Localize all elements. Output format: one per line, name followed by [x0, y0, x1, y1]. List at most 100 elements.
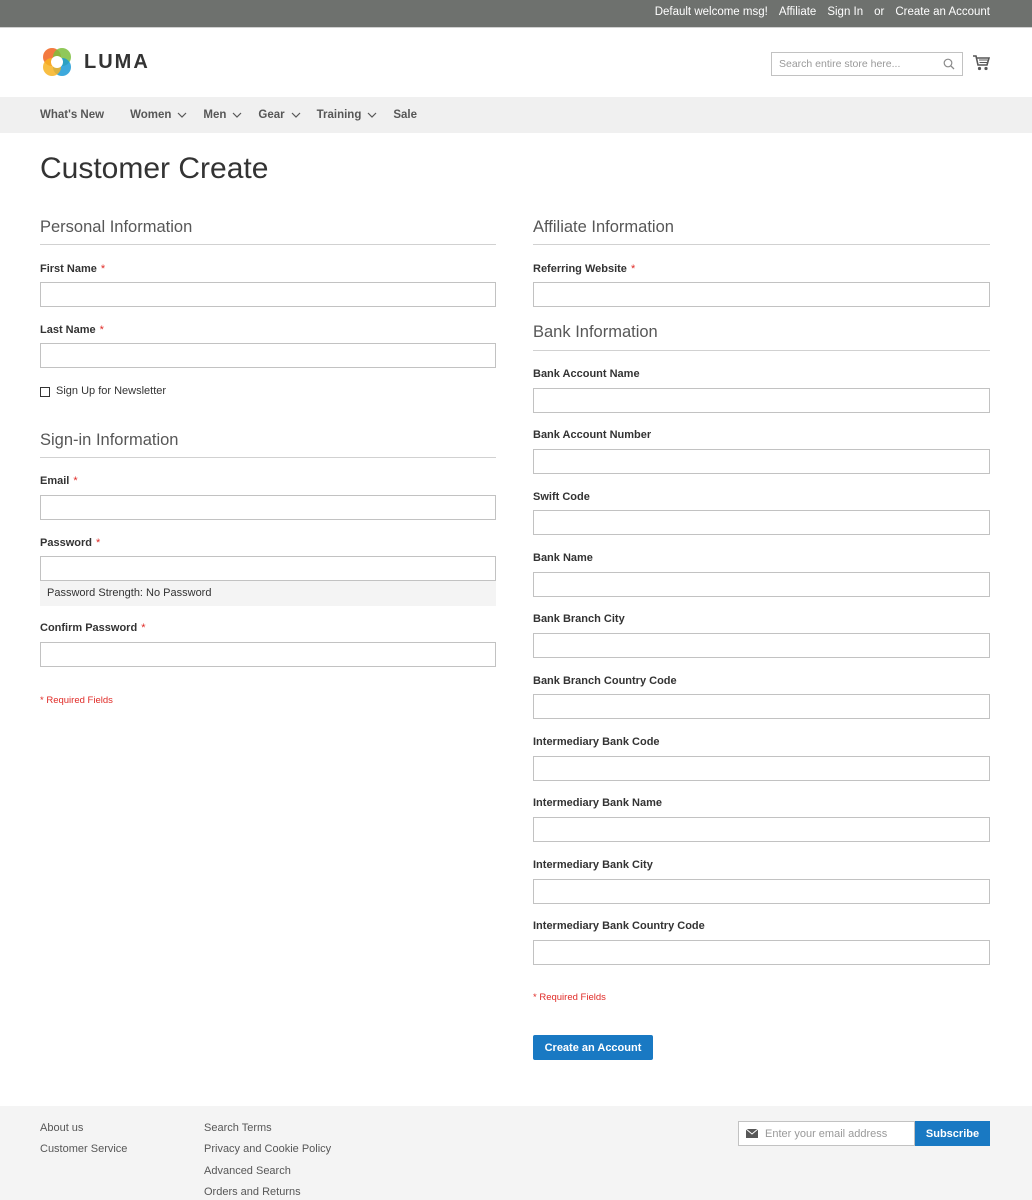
affiliate-link[interactable]: Affiliate — [779, 6, 817, 18]
create-account-button[interactable]: Create an Account — [533, 1035, 653, 1060]
intermediary-bank-city-input[interactable] — [533, 879, 990, 904]
chevron-down-icon — [232, 112, 242, 118]
footer: About us Customer Service Search Terms P… — [0, 1106, 1032, 1200]
footer-link-advanced-search[interactable]: Advanced Search — [204, 1165, 291, 1177]
top-bar: Default welcome msg! Affiliate Sign In o… — [0, 0, 1032, 28]
intermediary-bank-name-input[interactable] — [533, 817, 990, 842]
personal-info-legend: Personal Information — [40, 218, 193, 236]
chevron-down-icon — [291, 112, 301, 118]
required-mark: * — [630, 263, 636, 275]
subscribe-button[interactable]: Subscribe — [915, 1121, 990, 1146]
bank-account-name-label: Bank Account Name — [533, 368, 640, 380]
nav-item-men[interactable]: Men — [203, 109, 242, 121]
or-separator: or — [874, 6, 885, 18]
intermediary-bank-country-code-label: Intermediary Bank Country Code — [533, 920, 705, 932]
label-text: Referring Website — [533, 263, 627, 275]
divider — [40, 457, 496, 458]
intermediary-bank-country-code-input[interactable] — [533, 940, 990, 965]
newsletter-checkbox[interactable] — [40, 387, 50, 397]
search-box — [771, 52, 963, 76]
intermediary-bank-code-label: Intermediary Bank Code — [533, 736, 660, 748]
required-mark: * — [73, 475, 78, 487]
nav-item-label: Men — [203, 109, 227, 121]
main-nav: What's New Women Men Gear Training Sale — [0, 97, 1032, 133]
logo-text: LUMA — [84, 50, 150, 73]
search-input[interactable] — [772, 53, 932, 75]
header: LUMA — [0, 29, 1032, 97]
page-title: Customer Create — [40, 152, 269, 185]
label-text: Password — [40, 537, 92, 549]
divider — [533, 350, 990, 351]
nav-item-label: Women — [130, 109, 172, 121]
search-icon[interactable] — [943, 58, 955, 70]
nav-item-label: Sale — [393, 109, 418, 121]
intermediary-bank-name-label: Intermediary Bank Name — [533, 797, 662, 809]
top-links: Default welcome msg! Affiliate Sign In o… — [655, 6, 990, 18]
bank-name-label: Bank Name — [533, 552, 593, 564]
intermediary-bank-code-input[interactable] — [533, 756, 990, 781]
last-name-input[interactable] — [40, 343, 496, 368]
footer-link-privacy[interactable]: Privacy and Cookie Policy — [204, 1143, 331, 1155]
password-label: Password * — [40, 537, 100, 549]
email-label: Email * — [40, 475, 78, 487]
referring-website-label: Referring Website * — [533, 263, 635, 275]
nav-item-training[interactable]: Training — [317, 109, 378, 121]
label-text: Email — [40, 475, 70, 487]
newsletter-email-input[interactable] — [765, 1122, 913, 1145]
confirm-password-label: Confirm Password * — [40, 622, 145, 634]
required-mark: * — [100, 263, 106, 275]
footer-link-orders-returns[interactable]: Orders and Returns — [204, 1186, 301, 1198]
affiliate-info-legend: Affiliate Information — [533, 218, 674, 236]
label-text: Confirm Password — [40, 622, 138, 634]
last-name-label: Last Name * — [40, 324, 104, 336]
required-fields-note: * Required Fields — [533, 992, 606, 1003]
nav-item-gear[interactable]: Gear — [258, 109, 301, 121]
footer-link-search-terms[interactable]: Search Terms — [204, 1122, 272, 1134]
password-strength-meter: Password Strength: No Password — [40, 581, 496, 606]
nav-item-sale[interactable]: Sale — [393, 109, 417, 121]
chevron-down-icon — [367, 112, 377, 118]
bank-name-input[interactable] — [533, 572, 990, 597]
envelope-icon — [746, 1129, 758, 1138]
first-name-label: First Name * — [40, 263, 105, 275]
confirm-password-input[interactable] — [40, 642, 496, 667]
password-input[interactable] — [40, 556, 496, 581]
newsletter-form: Subscribe — [738, 1121, 990, 1146]
create-account-link[interactable]: Create an Account — [895, 6, 990, 18]
footer-link-about-us[interactable]: About us — [40, 1122, 83, 1134]
bank-info-legend: Bank Information — [533, 323, 658, 341]
swift-code-label: Swift Code — [533, 491, 590, 503]
email-input[interactable] — [40, 495, 496, 520]
welcome-message: Default welcome msg! — [654, 6, 768, 18]
required-fields-note: * Required Fields — [40, 695, 113, 706]
nav-item-women[interactable]: Women — [130, 109, 187, 121]
required-mark: * — [141, 622, 146, 634]
swift-code-input[interactable] — [533, 510, 990, 535]
bank-branch-city-input[interactable] — [533, 633, 990, 658]
chevron-down-icon — [177, 112, 187, 118]
signin-info-legend: Sign-in Information — [40, 431, 179, 449]
bank-branch-country-code-label: Bank Branch Country Code — [533, 675, 677, 687]
footer-link-customer-service[interactable]: Customer Service — [40, 1143, 127, 1155]
nav-item-label: Gear — [258, 109, 285, 121]
sign-in-link[interactable]: Sign In — [827, 6, 863, 18]
nav-item-whats-new[interactable]: What's New — [40, 109, 104, 121]
bank-branch-city-label: Bank Branch City — [533, 613, 625, 625]
required-mark: * — [95, 537, 101, 549]
bank-branch-country-code-input[interactable] — [533, 694, 990, 719]
logo[interactable]: LUMA — [40, 45, 150, 79]
label-text: First Name — [40, 263, 97, 275]
nav-item-label: Training — [316, 109, 362, 121]
bank-account-number-label: Bank Account Number — [533, 429, 652, 441]
newsletter-label[interactable]: Sign Up for Newsletter — [56, 385, 166, 397]
nav-item-label: What's New — [40, 109, 105, 121]
cart-icon[interactable] — [972, 54, 990, 71]
divider — [40, 244, 496, 245]
bank-account-number-input[interactable] — [533, 449, 990, 474]
required-mark: * — [99, 324, 104, 336]
first-name-input[interactable] — [40, 282, 496, 307]
bank-account-name-input[interactable] — [533, 388, 990, 413]
label-text: Last Name — [40, 324, 96, 336]
referring-website-input[interactable] — [533, 282, 990, 307]
logo-icon — [43, 48, 71, 76]
